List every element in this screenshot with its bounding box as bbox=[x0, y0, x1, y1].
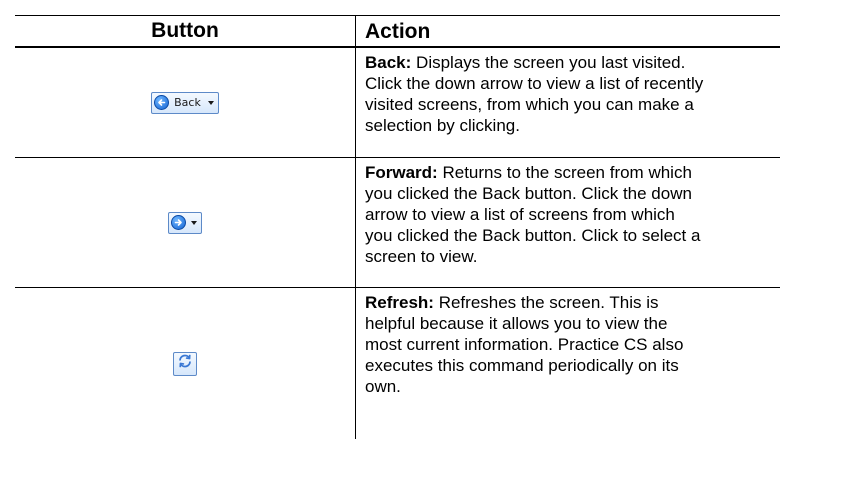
action-column-header: Action bbox=[365, 19, 431, 43]
action-line: own. bbox=[365, 377, 401, 396]
action-line: visited screens, from which you can make… bbox=[365, 95, 694, 114]
action-cell: Refresh: Refreshes the screen. This is h… bbox=[356, 288, 780, 439]
refresh-icon bbox=[177, 353, 193, 374]
action-line: Click the down arrow to view a list of r… bbox=[365, 74, 704, 93]
button-column-header: Button bbox=[15, 16, 356, 46]
action-line: screen to view. bbox=[365, 247, 478, 266]
chevron-down-icon[interactable] bbox=[191, 220, 197, 225]
forward-arrow-icon bbox=[171, 215, 186, 230]
back-arrow-icon bbox=[154, 95, 170, 110]
action-line: selection by clicking. bbox=[365, 116, 520, 135]
action-line: Refreshes the screen. This is bbox=[438, 293, 659, 312]
forward-button[interactable] bbox=[168, 211, 202, 234]
action-line: most current information. Practice CS al… bbox=[365, 335, 684, 354]
action-line: you clicked the Back button. Click to se… bbox=[365, 226, 701, 245]
action-cell: Forward: Returns to the screen from whic… bbox=[356, 158, 780, 287]
button-cell: Back bbox=[15, 48, 356, 157]
table-header-row: Button Action bbox=[15, 15, 780, 48]
table-row-back: Back Back: Displays the screen you last … bbox=[15, 48, 780, 158]
table-row-forward: Forward: Returns to the screen from whic… bbox=[15, 158, 780, 288]
action-line: executes this command periodically on it… bbox=[365, 356, 679, 375]
action-label: Back: bbox=[365, 53, 412, 72]
action-line: helpful because it allows you to view th… bbox=[365, 314, 668, 333]
chevron-down-icon[interactable] bbox=[207, 100, 214, 105]
refresh-button[interactable] bbox=[173, 351, 197, 376]
action-label: Forward: bbox=[365, 163, 438, 182]
back-button-label: Back bbox=[174, 96, 201, 109]
button-action-table: Button Action Back Back: Displays the sc… bbox=[15, 15, 780, 439]
button-cell bbox=[15, 158, 356, 287]
action-cell: Back: Displays the screen you last visit… bbox=[356, 48, 780, 157]
action-label: Refresh: bbox=[365, 293, 434, 312]
action-line: Returns to the screen from which bbox=[442, 163, 692, 182]
button-cell bbox=[15, 288, 356, 439]
action-line: Displays the screen you last visited. bbox=[416, 53, 686, 72]
action-line: arrow to view a list of screens from whi… bbox=[365, 205, 675, 224]
table-row-refresh: Refresh: Refreshes the screen. This is h… bbox=[15, 288, 780, 439]
action-line: you clicked the Back button. Click the d… bbox=[365, 184, 692, 203]
back-button[interactable]: Back bbox=[151, 91, 219, 114]
